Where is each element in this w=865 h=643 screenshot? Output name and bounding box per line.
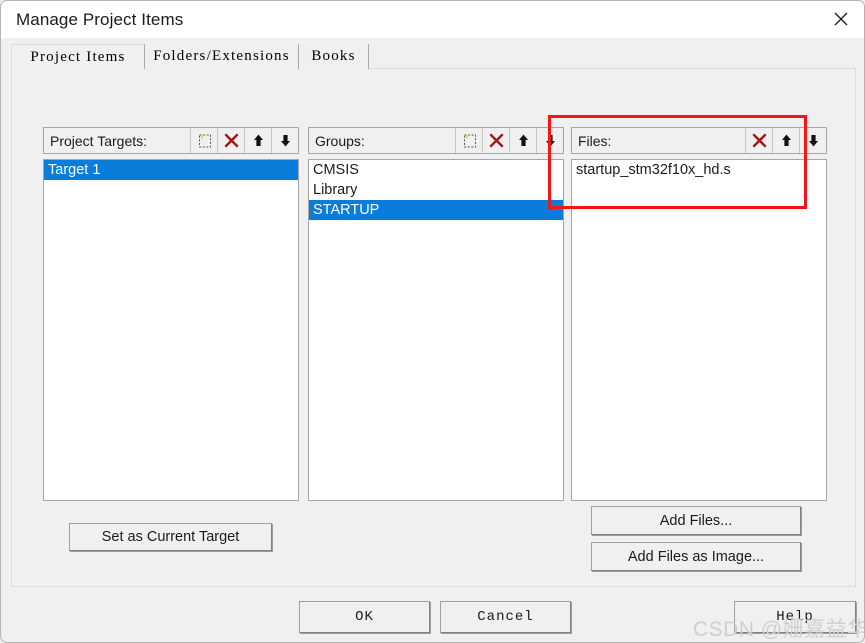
delete-icon[interactable] bbox=[217, 128, 244, 153]
tab-label: Folders/Extensions bbox=[153, 48, 290, 64]
tab-label: Project Items bbox=[30, 48, 126, 65]
project-targets-header: Project Targets: bbox=[43, 127, 299, 154]
list-item[interactable]: STARTUP bbox=[309, 200, 563, 220]
close-icon[interactable] bbox=[818, 1, 864, 37]
tab-books[interactable]: Books bbox=[299, 44, 369, 69]
move-up-icon[interactable] bbox=[772, 128, 799, 153]
project-targets-listbox[interactable]: Target 1 bbox=[43, 159, 299, 501]
move-up-icon[interactable] bbox=[509, 128, 536, 153]
move-up-icon[interactable] bbox=[244, 128, 271, 153]
cancel-button[interactable]: Cancel bbox=[440, 601, 571, 633]
list-item[interactable]: CMSIS bbox=[309, 160, 563, 180]
move-down-icon[interactable] bbox=[799, 128, 826, 153]
dialog-window: Manage Project Items Project Items Folde… bbox=[0, 0, 865, 643]
files-label: Files: bbox=[578, 132, 612, 149]
dialog-title: Manage Project Items bbox=[16, 10, 184, 29]
list-item[interactable]: Target 1 bbox=[44, 160, 298, 180]
groups-label: Groups: bbox=[315, 132, 365, 149]
groups-header: Groups: bbox=[308, 127, 564, 154]
project-targets-label: Project Targets: bbox=[50, 132, 148, 149]
files-header: Files: bbox=[571, 127, 827, 154]
set-as-current-target-button[interactable]: Set as Current Target bbox=[69, 523, 272, 551]
move-down-icon[interactable] bbox=[536, 128, 563, 153]
list-item[interactable]: startup_stm32f10x_hd.s bbox=[572, 160, 826, 180]
list-item[interactable]: Library bbox=[309, 180, 563, 200]
new-item-icon[interactable] bbox=[455, 128, 482, 153]
files-listbox[interactable]: startup_stm32f10x_hd.s bbox=[571, 159, 827, 501]
ok-button[interactable]: OK bbox=[299, 601, 430, 633]
add-files-as-image-button[interactable]: Add Files as Image... bbox=[591, 542, 801, 571]
tab-project-items[interactable]: Project Items bbox=[11, 44, 145, 69]
tab-label: Books bbox=[311, 48, 356, 64]
tab-strip: Project Items Folders/Extensions Books bbox=[11, 44, 856, 70]
move-down-icon[interactable] bbox=[271, 128, 298, 153]
groups-listbox[interactable]: CMSIS Library STARTUP bbox=[308, 159, 564, 501]
delete-icon[interactable] bbox=[745, 128, 772, 153]
tab-folders-extensions[interactable]: Folders/Extensions bbox=[145, 44, 299, 69]
title-bar: Manage Project Items bbox=[1, 1, 864, 38]
delete-icon[interactable] bbox=[482, 128, 509, 153]
new-item-icon[interactable] bbox=[190, 128, 217, 153]
add-files-button[interactable]: Add Files... bbox=[591, 506, 801, 535]
help-button[interactable]: Help bbox=[734, 601, 856, 633]
